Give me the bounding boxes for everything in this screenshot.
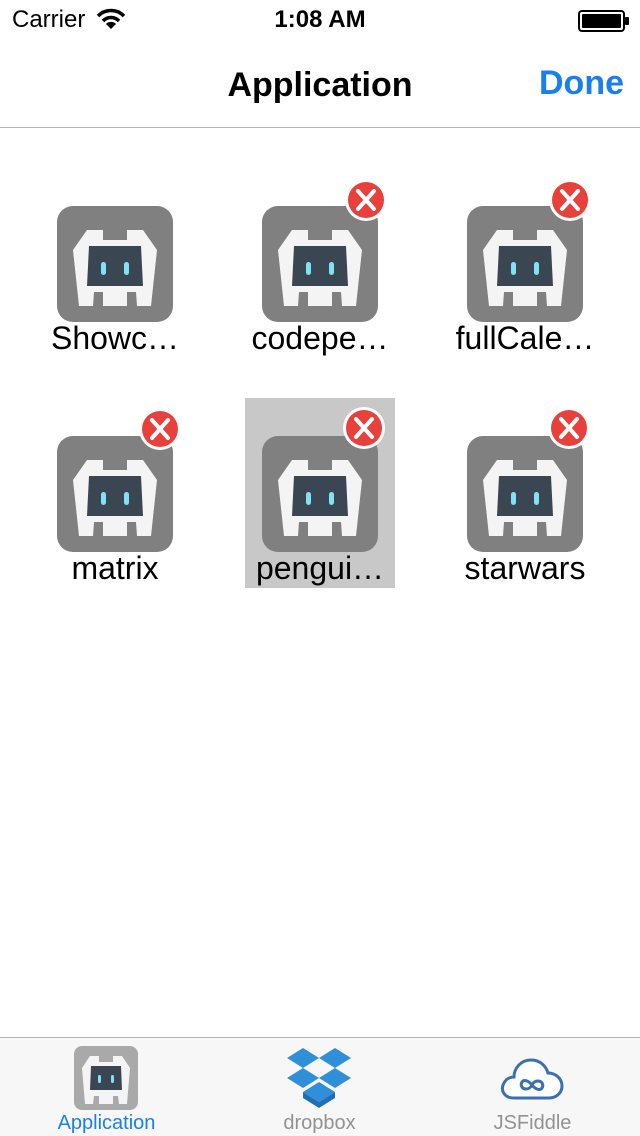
app-label: pengui… [255, 550, 385, 586]
app-item-matrix[interactable]: matrix [40, 398, 190, 588]
app-label: matrix [71, 550, 159, 586]
delete-badge-icon[interactable] [548, 178, 592, 222]
app-label: starwars [464, 550, 586, 586]
app-item-fullcalendar[interactable]: fullCale… [450, 190, 600, 380]
cordova-icon [74, 1046, 138, 1110]
done-button[interactable]: Done [539, 64, 624, 103]
tab-jsfiddle[interactable]: JSFiddle [426, 1038, 639, 1136]
tab-application[interactable]: Application [0, 1038, 213, 1136]
cordova-icon [57, 436, 173, 552]
cordova-icon [467, 436, 583, 552]
delete-badge-icon[interactable] [138, 407, 182, 451]
app-item-codepen[interactable]: codepe… [245, 190, 395, 380]
app-label: codepe… [251, 320, 389, 356]
delete-badge-icon[interactable] [344, 178, 388, 222]
cordova-icon [262, 436, 378, 552]
tab-dropbox[interactable]: dropbox [213, 1038, 426, 1136]
tab-label: JSFiddle [493, 1112, 572, 1134]
app-item-starwars[interactable]: starwars [450, 398, 600, 588]
app-label: fullCale… [455, 320, 595, 356]
tab-label: Application [57, 1112, 156, 1134]
tab-label: dropbox [283, 1112, 356, 1134]
cordova-icon [467, 206, 583, 322]
status-bar: Carrier 1:08 AM [0, 0, 640, 40]
delete-badge-icon[interactable] [547, 406, 591, 450]
delete-badge-icon[interactable] [342, 406, 386, 450]
app-item-showcase[interactable]: Showc… [40, 190, 190, 380]
cordova-icon [57, 206, 173, 322]
app-item-penguin[interactable]: pengui… [245, 398, 395, 588]
battery-icon [578, 10, 629, 32]
navigation-bar: Application Done [0, 40, 640, 128]
status-time: 1:08 AM [274, 6, 366, 33]
jsfiddle-cloud-icon [500, 1058, 564, 1100]
tab-bar: Application dropbox JSFiddle [0, 1037, 640, 1136]
app-label: Showc… [50, 320, 180, 356]
cordova-icon [262, 206, 378, 322]
dropbox-icon [287, 1048, 351, 1108]
